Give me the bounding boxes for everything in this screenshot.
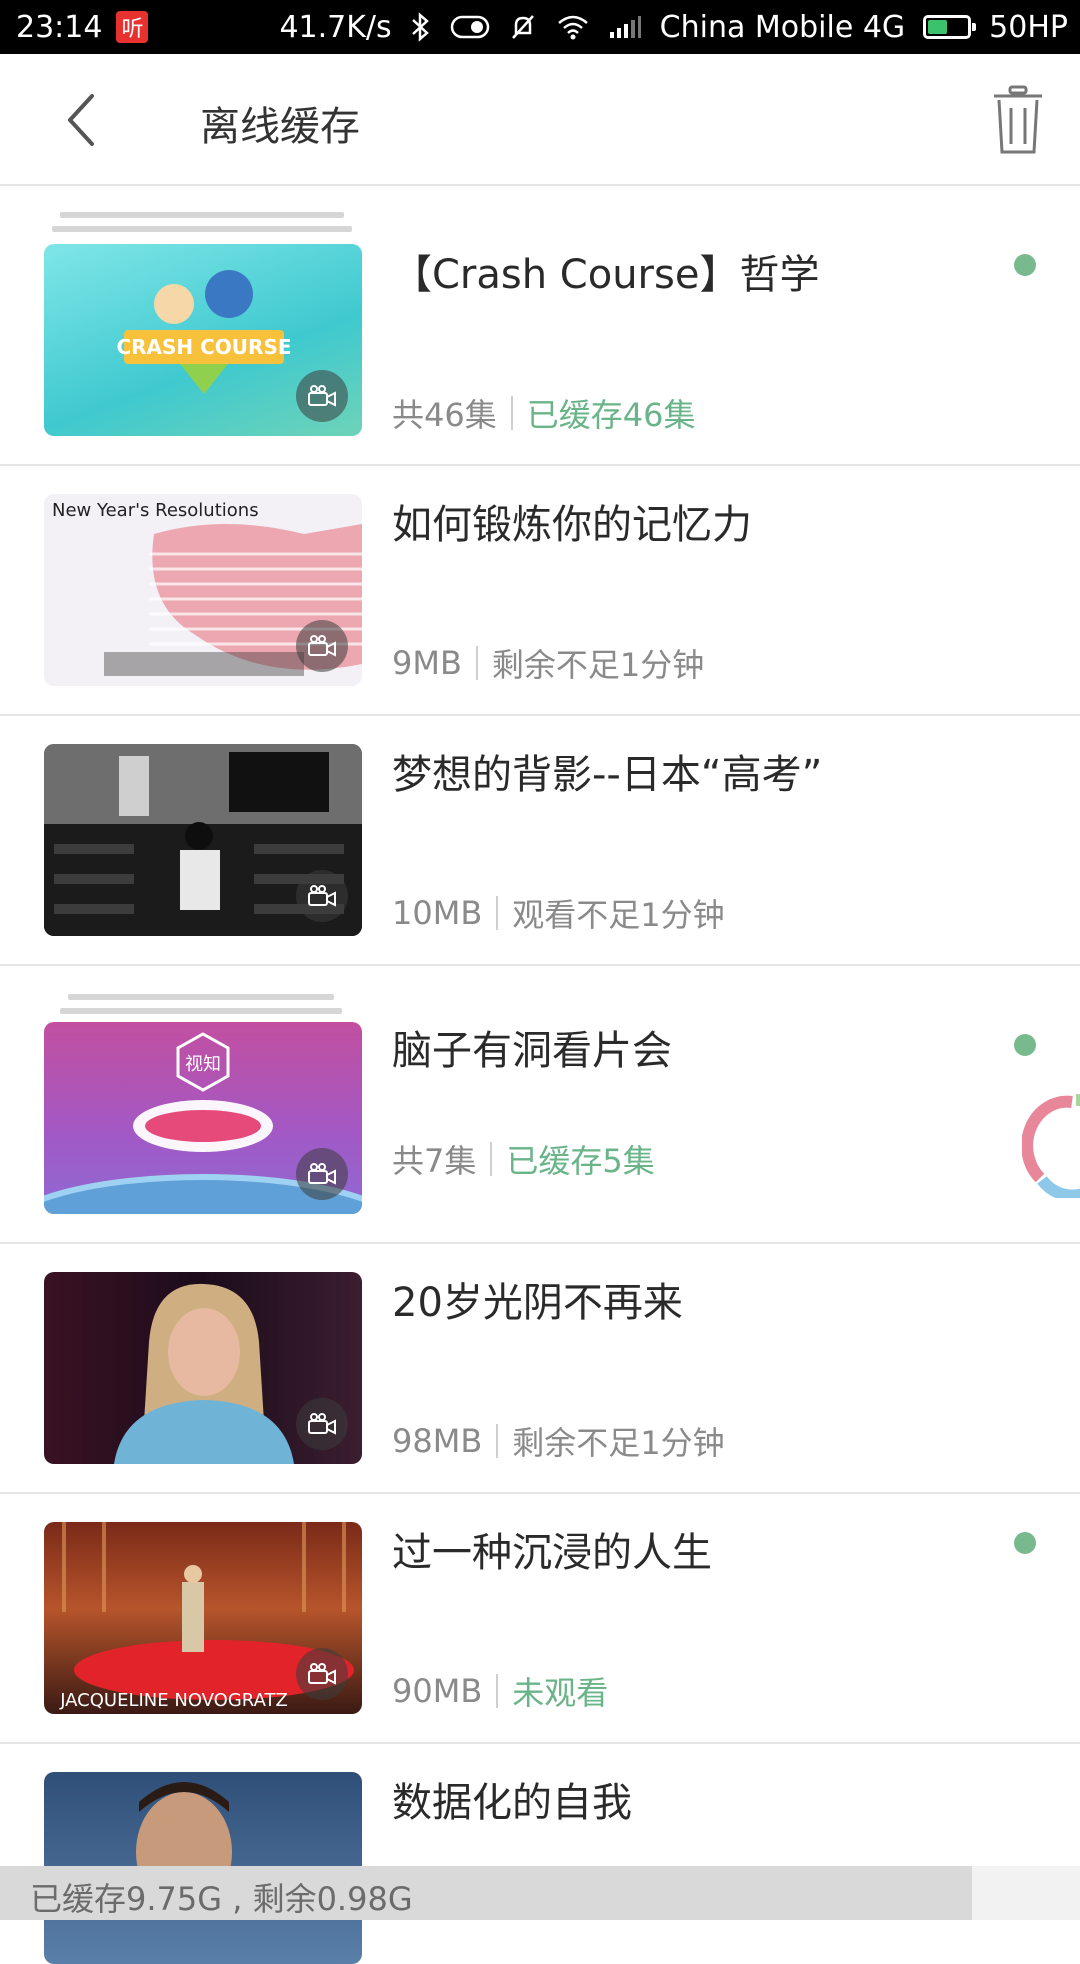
storage-usage-bar: 已缓存9.75G , 剩余0.98G: [0, 1866, 1080, 1920]
item-title: 20岁光阴不再来: [392, 1280, 683, 1326]
watch-status: 剩余不足1分钟: [491, 646, 705, 684]
item-meta: 共7集 已缓存5集: [392, 1136, 655, 1182]
stack-indicator: [60, 1008, 342, 1014]
bluetooth-icon: [410, 12, 432, 42]
watch-status: 观看不足1分钟: [512, 896, 725, 934]
trash-icon: [994, 85, 1042, 154]
status-bar: 23:14 听 41.7K/s China Mobile 4G 50HP: [0, 0, 1080, 54]
thumbnail-text: New Year's Resolutions: [52, 500, 259, 521]
episode-count: 共46集: [392, 396, 497, 434]
storage-summary: 已缓存9.75G , 剩余0.98G: [30, 1880, 413, 1918]
stack-indicator: [52, 226, 352, 232]
list-item[interactable]: 视知 脑子有洞看片会 共7集 已缓存5集: [0, 966, 1080, 1244]
item-meta: 98MB 剩余不足1分钟: [392, 1418, 725, 1464]
status-time: 23:14: [16, 9, 103, 45]
toggle-icon: [450, 14, 490, 40]
video-thumbnail: JACQUELINE NOVOGRATZ: [44, 1522, 362, 1714]
battery-label: 50HP: [989, 9, 1068, 45]
video-thumbnail: [44, 744, 362, 936]
item-title: 数据化的自我: [392, 1780, 632, 1826]
list-item[interactable]: CRASH COURSE 【Crash Course】哲学 共46集 已缓存46…: [0, 186, 1080, 466]
meta-divider: [490, 1142, 493, 1176]
wifi-icon: [556, 13, 590, 41]
item-title: 脑子有洞看片会: [392, 1028, 672, 1074]
video-thumbnail: New Year's Resolutions: [44, 494, 362, 686]
meta-divider: [475, 646, 478, 680]
file-size: 90MB: [392, 1672, 483, 1710]
stack-indicator: [68, 994, 334, 1000]
delete-button[interactable]: [990, 84, 1046, 156]
video-camera-icon: [296, 620, 348, 672]
video-camera-icon: [296, 1148, 348, 1200]
page-title: 离线缓存: [200, 104, 360, 150]
chevron-left-icon: [68, 94, 94, 146]
video-thumbnail: [44, 1272, 362, 1464]
meta-divider: [496, 1674, 499, 1708]
item-meta: 共46集 已缓存46集: [392, 390, 695, 436]
video-camera-icon: [296, 870, 348, 922]
video-camera-icon: [296, 370, 348, 422]
file-size: 9MB: [392, 644, 462, 682]
file-size: 10MB: [392, 894, 483, 932]
video-camera-icon: [296, 1648, 348, 1700]
new-indicator-dot: [1014, 254, 1036, 276]
cached-count: 已缓存5集: [506, 1142, 655, 1180]
watch-status: 未观看: [512, 1674, 609, 1712]
loading-spinner-icon: [1022, 1094, 1080, 1198]
video-thumbnail: CRASH COURSE: [44, 244, 362, 436]
carrier-label: China Mobile 4G: [659, 9, 906, 45]
app-header: 离线缓存: [0, 54, 1080, 186]
item-meta: 9MB 剩余不足1分钟: [392, 640, 704, 686]
video-camera-icon: [296, 1398, 348, 1450]
thumbnail-text: 视知: [185, 1054, 221, 1075]
back-button[interactable]: [56, 90, 116, 150]
item-title: 梦想的背影--日本“高考”: [392, 752, 823, 798]
item-title: 如何锻炼你的记忆力: [392, 502, 752, 548]
new-indicator-dot: [1014, 1532, 1036, 1554]
ting-app-icon: 听: [116, 11, 149, 43]
offline-cache-list: CRASH COURSE 【Crash Course】哲学 共46集 已缓存46…: [0, 186, 1080, 1964]
thumbnail-text: JACQUELINE NOVOGRATZ: [59, 1690, 288, 1711]
episode-count: 共7集: [392, 1142, 477, 1180]
stack-indicator: [60, 212, 344, 218]
cached-count: 已缓存46集: [526, 396, 696, 434]
list-item[interactable]: 梦想的背影--日本“高考” 10MB 观看不足1分钟: [0, 716, 1080, 966]
list-item[interactable]: New Year's Resolutions 如何锻炼你的记忆力 9MB 剩余不…: [0, 466, 1080, 716]
network-speed: 41.7K/s: [279, 9, 392, 45]
list-item[interactable]: 20岁光阴不再来 98MB 剩余不足1分钟: [0, 1244, 1080, 1494]
signal-icon: [608, 14, 642, 40]
item-title: 过一种沉浸的人生: [392, 1530, 712, 1576]
thumbnail-text: CRASH COURSE: [116, 335, 291, 359]
watch-status: 剩余不足1分钟: [512, 1424, 725, 1462]
meta-divider: [496, 896, 499, 930]
item-meta: 90MB 未观看: [392, 1668, 608, 1714]
video-thumbnail: 视知: [44, 1022, 362, 1214]
list-item[interactable]: JACQUELINE NOVOGRATZ 过一种沉浸的人生 90MB 未观看: [0, 1494, 1080, 1744]
file-size: 98MB: [392, 1422, 483, 1460]
meta-divider: [496, 1424, 499, 1458]
item-meta: 10MB 观看不足1分钟: [392, 890, 725, 936]
mute-bell-icon: [508, 12, 538, 42]
battery-fill: [928, 20, 948, 34]
battery-icon: [923, 15, 977, 39]
item-title: 【Crash Course】哲学: [392, 252, 820, 298]
meta-divider: [510, 396, 513, 430]
new-indicator-dot: [1014, 1034, 1036, 1056]
